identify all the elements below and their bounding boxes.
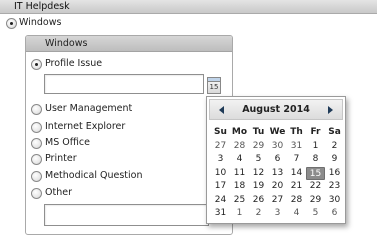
day-cell[interactable]: 19 [249,180,268,194]
calendar-week-row: 17 18 19 20 21 22 23 [211,180,345,194]
chevron-right-icon[interactable] [328,106,333,114]
weekday-label: Tu [252,127,265,137]
day-cell[interactable]: 8 [306,153,325,167]
day-cell[interactable]: 14 [287,167,306,181]
other-radio[interactable] [31,188,42,199]
day-cell[interactable]: 23 [325,180,344,194]
user-management-radio[interactable] [31,104,42,115]
day-cell[interactable]: 1 [306,140,325,154]
other-label: Other [45,187,72,198]
ms-office-label: MS Office [45,137,90,148]
day-cell[interactable]: 18 [230,180,249,194]
printer-radio[interactable] [31,154,42,165]
day-cell[interactable]: 29 [249,140,268,154]
day-cell[interactable]: 3 [268,207,287,221]
day-cell[interactable]: 25 [230,194,249,208]
day-cell[interactable]: 30 [325,194,344,208]
methodical-question-radio[interactable] [31,171,42,182]
day-cell[interactable]: 2 [249,207,268,221]
methodical-question-label: Methodical Question [45,170,143,181]
datepicker-month-label: August 2014 [242,104,310,115]
day-cell[interactable]: 2 [325,140,344,154]
day-cell[interactable]: 5 [306,207,325,221]
weekday-label: Fr [310,127,321,137]
day-cell[interactable]: 4 [230,153,249,167]
day-cell[interactable]: 22 [306,180,325,194]
day-cell[interactable]: 28 [230,140,249,154]
calendar-week-row: 24 25 26 27 28 29 30 [211,194,345,208]
day-cell[interactable]: 31 [211,207,230,221]
day-cell[interactable]: 30 [268,140,287,154]
day-cell[interactable]: 7 [287,153,306,167]
day-cell[interactable]: 17 [211,180,230,194]
calendar-week-row: 27 28 29 30 31 1 2 [211,140,345,154]
day-cell[interactable]: 28 [287,194,306,208]
user-management-label: User Management [45,103,133,114]
profile-issue-radio[interactable] [31,59,42,70]
profile-issue-label: Profile Issue [45,58,103,69]
weekday-label: Mo [231,127,248,137]
day-cell[interactable]: 9 [325,153,344,167]
day-cell[interactable]: 6 [268,153,287,167]
day-cell[interactable]: 31 [287,140,306,154]
day-cell[interactable]: 10 [211,167,230,181]
day-cell[interactable]: 5 [249,153,268,167]
day-cell[interactable]: 26 [249,194,268,208]
day-cell[interactable]: 11 [230,167,249,181]
weekday-label: Th [290,127,303,137]
weekday-label: Sa [328,127,341,137]
day-cell[interactable]: 20 [268,180,287,194]
selected-day-cell[interactable]: 15 [306,166,325,180]
internet-explorer-label: Internet Explorer [45,121,126,132]
weekday-label: Su [214,127,227,137]
day-cell[interactable]: 24 [211,194,230,208]
internet-explorer-radio[interactable] [31,122,42,133]
datepicker-grid: Su Mo Tu We Th Fr Sa 27 28 29 30 31 1 2 3 4 5 6 7 8 9 10 11 12 1… [211,126,345,221]
day-cell[interactable]: 4 [287,207,306,221]
datepicker-popup: August 2014 Su Mo Tu We Th Fr Sa 27 28 29 30 31 1 2 3 4… [206,96,346,224]
windows-category-radio[interactable] [6,18,17,29]
day-cell[interactable]: 21 [287,180,306,194]
day-cell[interactable]: 13 [268,167,287,181]
panel-header: Windows [26,36,232,52]
title-bar: IT Helpdesk [0,0,377,14]
calendar-icon-day: 15 [209,83,219,91]
day-cell[interactable]: 12 [249,167,268,181]
calendar-week-row: 31 1 2 3 4 5 6 [211,207,345,221]
calendar-button[interactable]: 15 [207,77,221,94]
day-cell[interactable]: 27 [268,194,287,208]
datepicker-header: August 2014 [209,99,343,120]
calendar-week-row: 10 11 12 13 14 15 16 [211,166,345,181]
panel-title: Windows [45,38,88,49]
weekday-header-row: Su Mo Tu We Th Fr Sa [211,126,345,140]
calendar-week-row: 3456789 [211,153,345,167]
day-cell[interactable]: 3 [211,153,230,167]
other-input[interactable] [44,204,209,226]
app-title: IT Helpdesk [14,1,70,12]
weekday-label: We [269,127,286,137]
day-cell[interactable]: 6 [325,207,344,221]
day-cell[interactable]: 16 [325,167,344,181]
day-cell[interactable]: 27 [211,140,230,154]
day-cell[interactable]: 1 [230,207,249,221]
windows-category-label: Windows [19,17,62,28]
day-cell[interactable]: 29 [306,194,325,208]
printer-label: Printer [45,153,77,164]
ms-office-radio[interactable] [31,138,42,149]
profile-issue-date-input[interactable] [44,74,204,94]
